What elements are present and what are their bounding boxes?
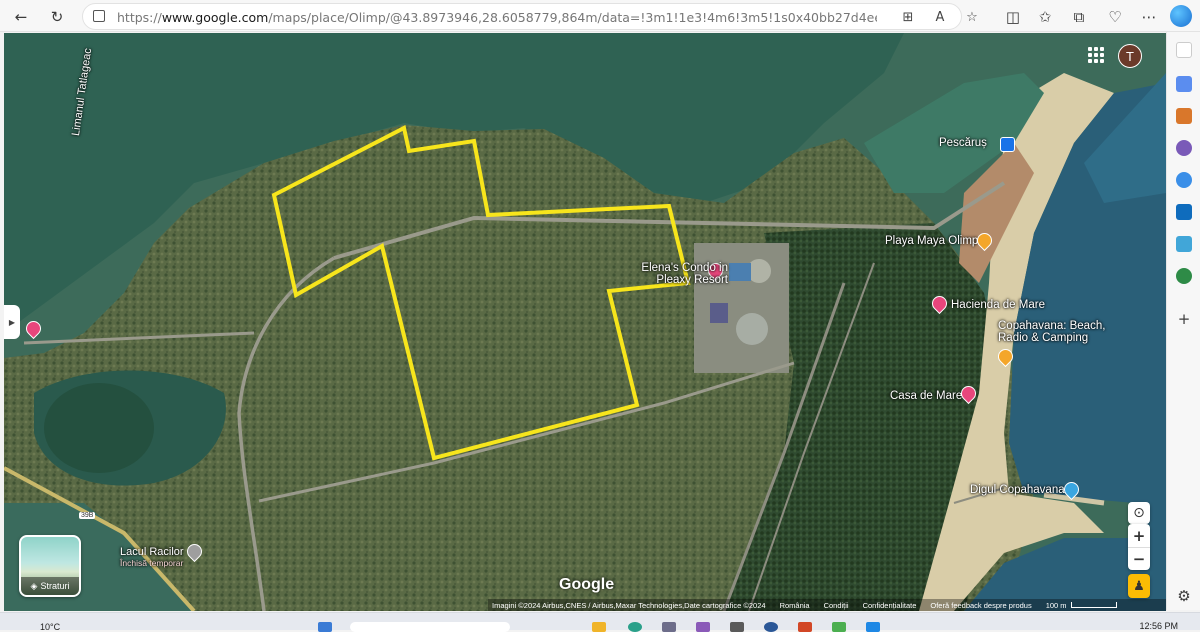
tree-icon[interactable] xyxy=(1176,268,1192,284)
favorite-star-icon[interactable]: ☆ xyxy=(963,8,981,26)
url-text: https://www.google.com/maps/place/Olimp/… xyxy=(117,10,877,25)
account-avatar[interactable]: T xyxy=(1118,44,1142,68)
refresh-icon[interactable]: ↻ xyxy=(46,6,68,28)
more-menu-icon[interactable]: ⋯ xyxy=(1138,6,1160,28)
zoom-controls: + − xyxy=(1128,524,1150,570)
layers-icon: ◈ xyxy=(30,580,38,591)
satellite-imagery xyxy=(4,33,1166,611)
country-link[interactable]: România xyxy=(780,601,810,610)
taskbar-app-icon[interactable] xyxy=(730,622,744,632)
apps-install-icon[interactable]: ⊞ xyxy=(899,8,917,26)
taskbar-app-icon[interactable] xyxy=(764,622,778,632)
my-location-button[interactable]: ⊙ xyxy=(1128,502,1150,524)
file-explorer-icon[interactable] xyxy=(592,622,606,632)
transit-stop-icon[interactable] xyxy=(1000,137,1015,152)
taskbar-app-icon[interactable] xyxy=(696,622,710,632)
site-info-icon[interactable] xyxy=(93,10,105,22)
pegman-icon[interactable]: ♟ xyxy=(1128,574,1150,598)
sidebar-settings-gear-icon[interactable]: ⚙ xyxy=(1173,585,1195,607)
games-icon[interactable] xyxy=(1176,140,1192,156)
place-label-digul-copahavana[interactable]: Digul Copahavana xyxy=(970,484,1065,496)
add-sidebar-app-icon[interactable]: + xyxy=(1173,308,1195,330)
search-box[interactable] xyxy=(350,622,510,632)
imagery-credit: Imagini ©2024 Airbus,CNES / Airbus,Maxar… xyxy=(492,600,766,610)
google-logo: Google xyxy=(559,576,615,593)
place-label-hacienda[interactable]: Hacienda de Mare xyxy=(951,299,1045,311)
taskbar-app-icon[interactable] xyxy=(798,622,812,632)
place-label-pescarus[interactable]: Pescăruș xyxy=(939,137,987,149)
closed-status: Închisă temporar xyxy=(120,558,184,568)
taskbar-app-icon[interactable] xyxy=(832,622,846,632)
zoom-out-button[interactable]: − xyxy=(1128,547,1150,570)
edge-icon[interactable] xyxy=(628,622,642,632)
start-menu-icon[interactable] xyxy=(318,622,332,632)
telegram-icon[interactable] xyxy=(1176,236,1192,252)
privacy-link[interactable]: Confidențialitate xyxy=(863,601,917,610)
place-label-casa-de-mare[interactable]: Casa de Mare xyxy=(890,390,962,402)
taskbar-app-icon[interactable] xyxy=(866,622,880,632)
attribution-bar: Imagini ©2024 Airbus,CNES / Airbus,Maxar… xyxy=(488,599,1166,611)
browser-toolbar: ← ↻ https://www.google.com/maps/place/Ol… xyxy=(0,0,1200,32)
copilot-sidebar-icon[interactable] xyxy=(1176,172,1192,188)
place-label-copahavana[interactable]: Copahavana: Beach, Radio & Camping xyxy=(998,320,1118,344)
weather-temperature[interactable]: 10°C xyxy=(40,622,60,632)
collapse-side-panel-button[interactable]: ▶ xyxy=(4,305,20,339)
satellite-map[interactable]: ▶ T Limanul Tatlageac Elena's Condo in P… xyxy=(4,33,1166,611)
read-aloud-icon[interactable]: A xyxy=(931,8,949,26)
favorites-icon[interactable]: ✩ xyxy=(1034,6,1056,28)
windows-taskbar: 10°C 12:56 PM xyxy=(0,612,1200,632)
collections-icon[interactable]: ⧉ xyxy=(1068,6,1090,28)
place-label-lacul-racilor[interactable]: Lacul Racilor xyxy=(120,546,184,558)
feedback-link[interactable]: Oferă feedback despre produs xyxy=(930,601,1031,610)
browser-essentials-icon[interactable]: ♡ xyxy=(1104,6,1126,28)
zoom-in-button[interactable]: + xyxy=(1128,524,1150,547)
road-badge: 39B xyxy=(79,512,96,519)
scale-bar[interactable]: 100 m xyxy=(1046,601,1117,610)
address-bar[interactable]: https://www.google.com/maps/place/Olimp/… xyxy=(82,3,978,30)
terms-link[interactable]: Condiții xyxy=(824,601,849,610)
outlook-icon[interactable] xyxy=(1176,204,1192,220)
place-label-playa-maya[interactable]: Playa Maya Olimp xyxy=(885,235,978,247)
copilot-icon[interactable] xyxy=(1170,5,1192,27)
taskbar-app-icon[interactable] xyxy=(662,622,676,632)
place-label-elenas-condo[interactable]: Elena's Condo in Pleaxy Resort xyxy=(636,262,728,286)
layers-button[interactable]: ◈ Straturi xyxy=(19,535,81,597)
tools-briefcase-icon[interactable] xyxy=(1176,108,1192,124)
back-icon[interactable]: ← xyxy=(10,6,32,28)
split-screen-icon[interactable]: ◫ xyxy=(1002,6,1024,28)
edge-sidebar: + ⚙ xyxy=(1166,32,1200,610)
sidebar-collapse-icon[interactable] xyxy=(1176,42,1192,58)
tag-icon[interactable] xyxy=(1176,76,1192,92)
google-apps-icon[interactable] xyxy=(1086,45,1106,65)
